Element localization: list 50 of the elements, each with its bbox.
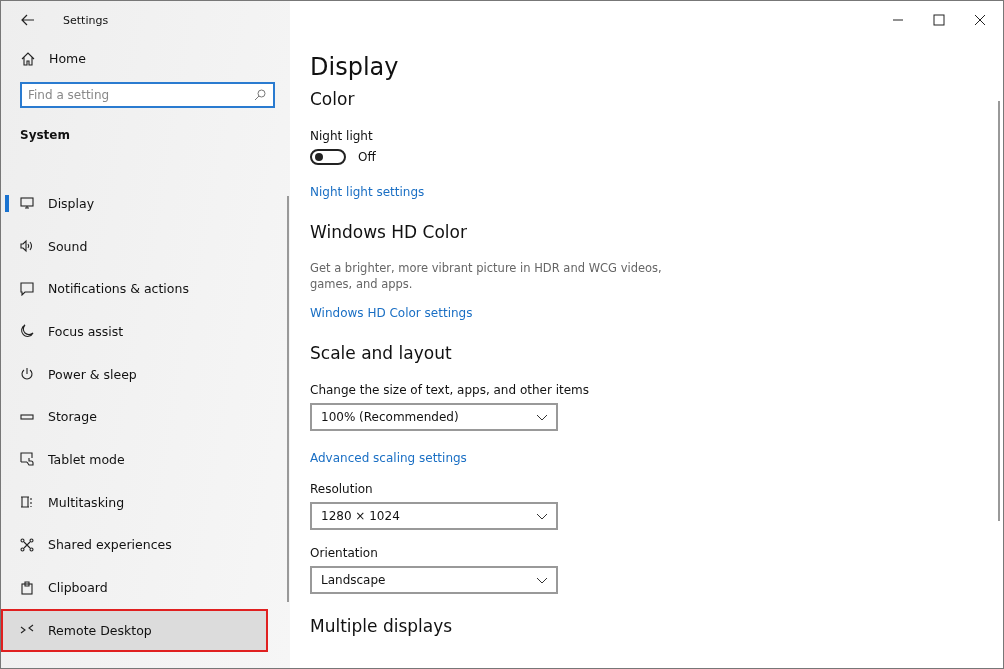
setting-label: Resolution (310, 482, 374, 496)
nav-item[interactable]: Shared experiences (1, 523, 268, 567)
power-icon (20, 367, 34, 382)
chevron-down-icon (536, 512, 548, 520)
section-heading: Windows HD Color (310, 222, 468, 242)
settings-link[interactable]: Windows HD Color settings (310, 306, 473, 320)
nav-item[interactable]: Focus assist (1, 310, 268, 353)
setting-label: Orientation (310, 546, 379, 560)
nav-item[interactable]: Sound (1, 224, 268, 268)
close-icon[interactable] (974, 14, 986, 26)
nav-item[interactable]: Display (1, 182, 268, 225)
section-heading: Multiple displays (310, 616, 454, 636)
nav-item[interactable]: Tablet mode (1, 438, 268, 481)
nav-item[interactable]: Power & sleep (1, 352, 268, 396)
message-icon (20, 281, 34, 296)
description-text: Get a brighter, more vibrant picture in HDR and WCG videos, games, and apps. (310, 260, 663, 292)
nav-item[interactable]: Storage (1, 395, 268, 439)
back-arrow-icon[interactable] (21, 14, 35, 26)
chevron-down-icon (536, 413, 548, 421)
maximize-icon[interactable] (933, 14, 945, 26)
toggle-switch[interactable] (310, 149, 346, 165)
dropdown[interactable]: 100% (Recommended) (310, 403, 558, 431)
clipboard-icon (20, 580, 34, 595)
dropdown[interactable]: 1280 × 1024 (310, 502, 558, 530)
section-heading: Color (310, 89, 356, 109)
search-icon (254, 89, 266, 101)
section-heading: Scale and layout (310, 343, 453, 363)
windows-icon (20, 495, 34, 510)
search-field[interactable]: Find a setting (20, 82, 275, 108)
tablet-icon (20, 452, 34, 467)
moon-icon (20, 324, 34, 339)
page-title: Display (310, 53, 400, 81)
nav-item[interactable]: Notifications & actions (1, 267, 268, 311)
home-icon (21, 51, 35, 66)
settings-link[interactable]: Advanced scaling settings (310, 451, 467, 465)
nav-item[interactable]: Multitasking (1, 480, 268, 524)
chevron-down-icon (536, 576, 548, 584)
setting-label: Change the size of text, apps, and other items (310, 383, 591, 397)
dropdown[interactable]: Landscape (310, 566, 558, 594)
speaker-icon (20, 239, 34, 254)
toggle-state: Off (358, 150, 376, 164)
nav-item[interactable]: Clipboard (1, 566, 268, 609)
home-nav-item[interactable]: Home (1, 39, 290, 78)
monitor-icon (20, 196, 34, 211)
settings-link[interactable]: Night light settings (310, 185, 425, 199)
nav-item[interactable]: Remote Desktop (1, 608, 268, 652)
setting-label: Night light (310, 129, 374, 143)
section-heading: System (19, 127, 71, 144)
window-title: Settings (63, 13, 109, 27)
nodes-icon (20, 537, 34, 552)
